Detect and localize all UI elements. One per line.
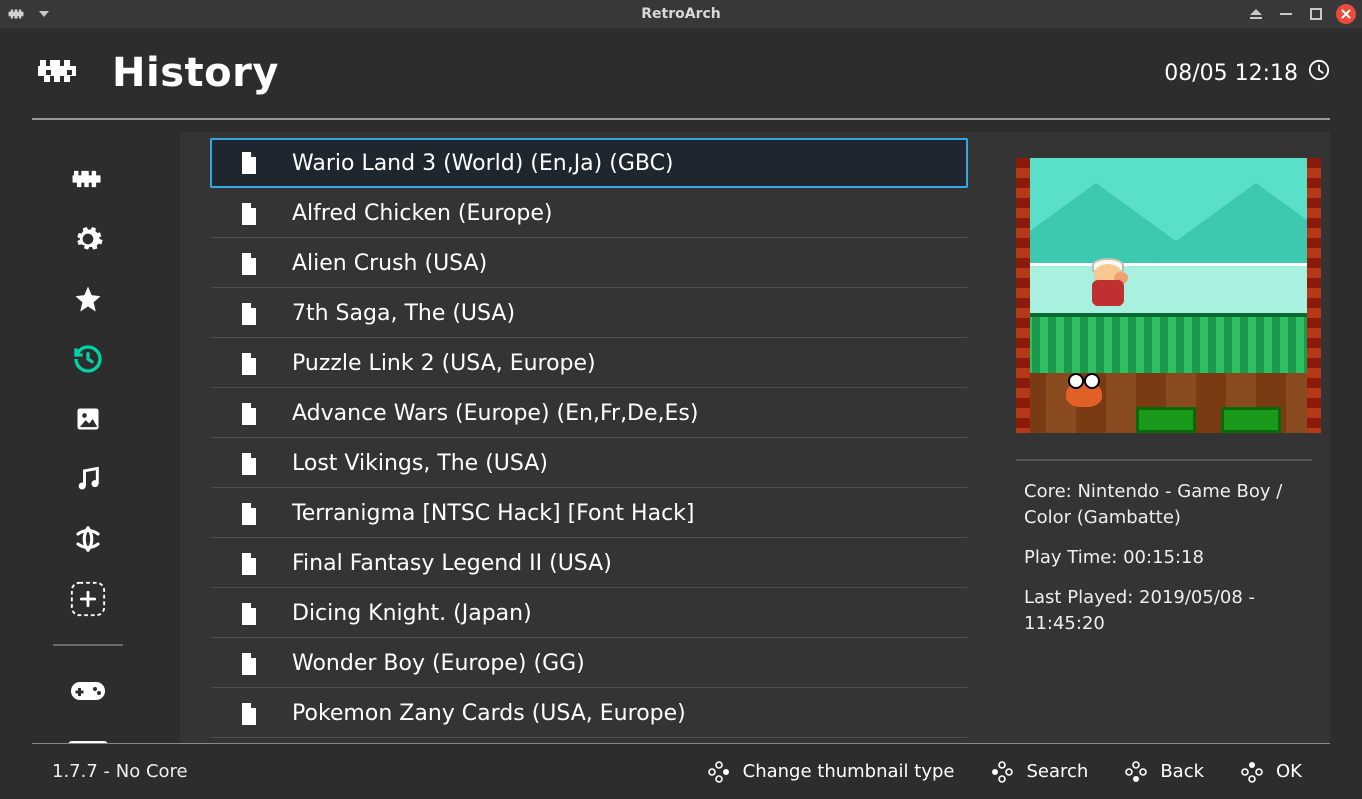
retroarch-logo-icon <box>32 52 86 94</box>
titlebar-up-icon[interactable] <box>1246 4 1266 24</box>
file-icon <box>240 453 258 475</box>
action-search[interactable]: Search <box>990 760 1088 784</box>
button-cluster-icon <box>707 760 731 784</box>
action-label: Search <box>1026 761 1088 782</box>
history-row[interactable]: Wario Land 3 (World) (En,Ja) (GBC) <box>210 138 968 188</box>
file-icon <box>240 353 258 375</box>
page-title: History <box>112 50 279 96</box>
button-cluster-icon <box>990 760 1014 784</box>
button-cluster-icon <box>1240 760 1264 784</box>
history-row[interactable]: 7th Saga, The (USA) <box>210 288 968 338</box>
file-icon <box>240 503 258 525</box>
header: History 08/05 12:18 <box>32 28 1330 118</box>
button-cluster-icon <box>1124 760 1148 784</box>
datetime: 08/05 12:18 <box>1164 61 1298 86</box>
thumbnail <box>1016 158 1321 433</box>
close-icon[interactable] <box>1336 4 1356 24</box>
history-row[interactable]: Alien Crush (USA) <box>210 238 968 288</box>
footer: 1.7.7 - No Core Change thumbnail type Se… <box>32 743 1330 799</box>
history-row-label: Dicing Knight. (Japan) <box>292 601 532 626</box>
history-row[interactable]: Pokemon Zany Cards (USA, Europe) <box>210 688 968 738</box>
file-icon <box>240 203 258 225</box>
details-divider <box>1016 459 1312 461</box>
minimize-icon[interactable] <box>1276 4 1296 24</box>
sidebar-item-settings[interactable] <box>58 224 118 254</box>
file-icon <box>240 152 258 174</box>
clock-icon <box>1308 59 1330 87</box>
history-row[interactable]: Alfred Chicken (Europe) <box>210 188 968 238</box>
detail-playtime: Play Time: 00:15:18 <box>1024 545 1304 571</box>
history-row[interactable]: Dicing Knight. (Japan) <box>210 588 968 638</box>
status-text: 1.7.7 - No Core <box>32 761 188 782</box>
action-change-thumbnail[interactable]: Change thumbnail type <box>707 760 955 784</box>
action-label: Back <box>1160 761 1204 782</box>
history-row[interactable]: Final Fantasy Legend II (USA) <box>210 538 968 588</box>
sidebar-item-music[interactable] <box>58 464 118 494</box>
file-icon <box>240 303 258 325</box>
sidebar-item-favorites[interactable] <box>58 284 118 314</box>
history-row[interactable]: Wonder Boy (Europe) (GG) <box>210 638 968 688</box>
sidebar-playlist-gamepad[interactable] <box>58 676 118 706</box>
history-row-label: Final Fantasy Legend II (USA) <box>292 551 612 576</box>
details-panel: Core: Nintendo - Game Boy / Color (Gamba… <box>998 132 1330 743</box>
file-icon <box>240 653 258 675</box>
history-row-label: Alfred Chicken (Europe) <box>292 201 552 226</box>
history-row[interactable]: Advance Wars (Europe) (En,Fr,De,Es) <box>210 388 968 438</box>
window-title: RetroArch <box>0 6 1362 22</box>
main-panel: Wario Land 3 (World) (En,Ja) (GBC) Alfred… <box>180 132 1330 743</box>
history-row-label: Alien Crush (USA) <box>292 251 487 276</box>
history-row-label: Pokemon Zany Cards (USA, Europe) <box>292 701 686 726</box>
sidebar-item-main-menu[interactable] <box>58 164 118 194</box>
history-row-label: Wario Land 3 (World) (En,Ja) (GBC) <box>292 151 674 176</box>
file-icon <box>240 253 258 275</box>
action-ok[interactable]: OK <box>1240 760 1302 784</box>
sidebar-playlist-handheld[interactable] <box>58 736 118 743</box>
action-label: Change thumbnail type <box>743 761 955 782</box>
history-row[interactable]: Lost Vikings, The (USA) <box>210 438 968 488</box>
history-row-label: Terranigma [NTSC Hack] [Font Hack] <box>292 501 695 526</box>
file-icon <box>240 403 258 425</box>
action-label: OK <box>1276 761 1302 782</box>
history-row-label: Advance Wars (Europe) (En,Fr,De,Es) <box>292 401 698 426</box>
sidebar-item-netplay[interactable] <box>58 524 118 554</box>
sidebar-item-add[interactable] <box>58 584 118 614</box>
history-row-label: Lost Vikings, The (USA) <box>292 451 548 476</box>
history-row[interactable]: Puzzle Link 2 (USA, Europe) <box>210 338 968 388</box>
action-back[interactable]: Back <box>1124 760 1204 784</box>
detail-core: Core: Nintendo - Game Boy / Color (Gamba… <box>1024 479 1304 531</box>
history-row-label: Wonder Boy (Europe) (GG) <box>292 651 585 676</box>
sidebar-divider <box>53 644 123 646</box>
history-row-label: Puzzle Link 2 (USA, Europe) <box>292 351 596 376</box>
sidebar-item-history[interactable] <box>58 344 118 374</box>
history-row-label: 7th Saga, The (USA) <box>292 301 515 326</box>
file-icon <box>240 553 258 575</box>
sidebar <box>20 132 155 743</box>
history-row[interactable]: Terranigma [NTSC Hack] [Font Hack] <box>210 488 968 538</box>
detail-lastplayed: Last Played: 2019/05/08 - 11:45:20 <box>1024 585 1304 637</box>
file-icon <box>240 703 258 725</box>
sidebar-item-images[interactable] <box>58 404 118 434</box>
file-icon <box>240 603 258 625</box>
maximize-icon[interactable] <box>1306 4 1326 24</box>
header-divider <box>32 118 1330 120</box>
